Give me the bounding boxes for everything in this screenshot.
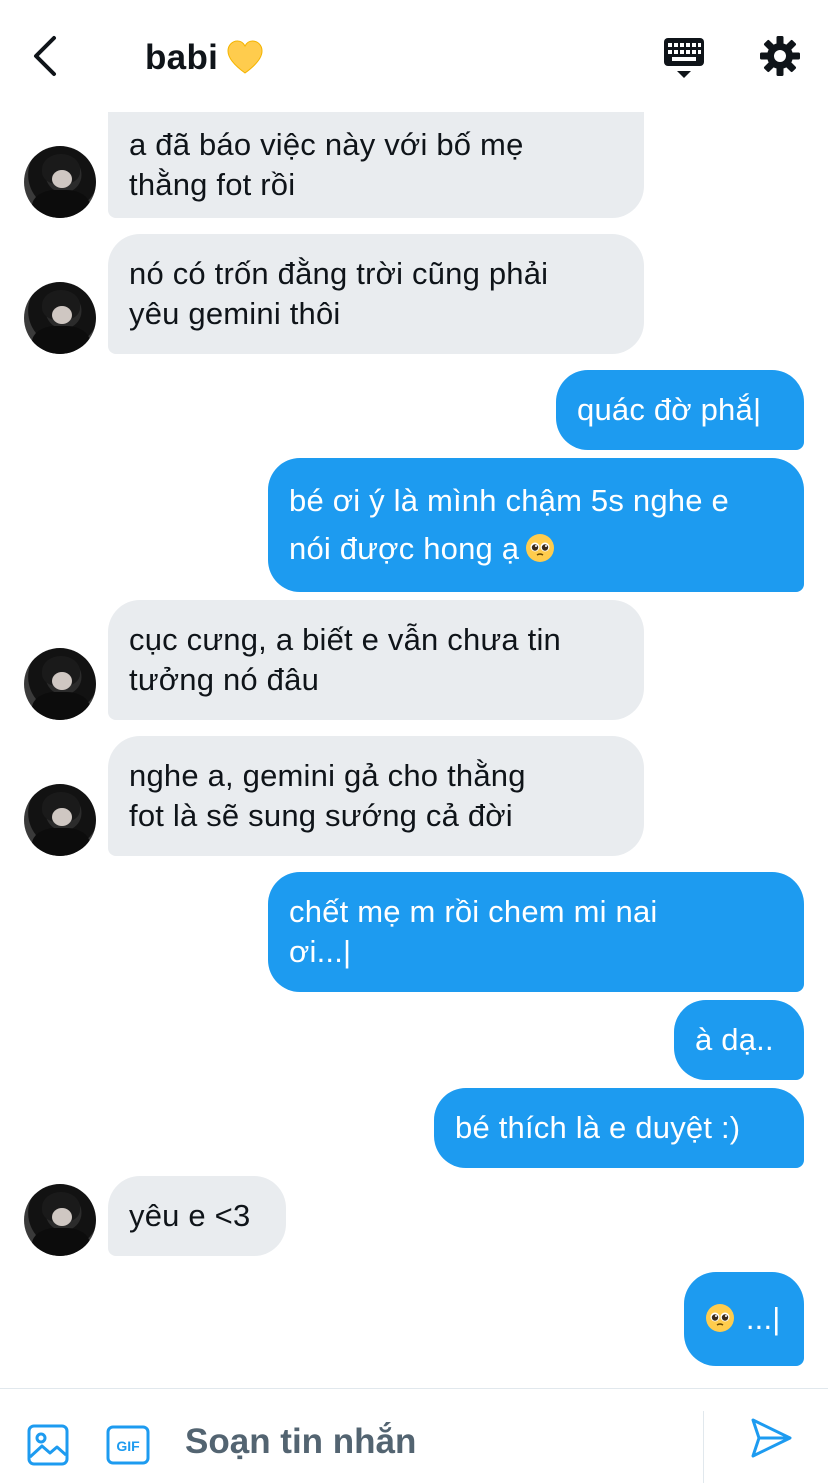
back-button[interactable] — [24, 32, 72, 80]
message-text: bé ơi ý là mình chậm 5s nghe e nói được … — [289, 483, 729, 566]
contact-name: babi — [145, 38, 219, 77]
message-text: chết mẹ m rồi chem mi nai ơi...| — [289, 894, 658, 969]
outgoing-message[interactable]: chết mẹ m rồi chem mi nai ơi...| — [268, 872, 804, 992]
keyboard-icon — [664, 38, 704, 78]
chevron-left-icon — [34, 36, 56, 76]
incoming-message[interactable]: nó có trốn đằng trời cũng phải yêu gemin… — [108, 234, 644, 354]
gear-icon — [760, 36, 800, 76]
add-gif-button[interactable]: GIF — [106, 1425, 150, 1465]
avatar[interactable] — [24, 282, 96, 354]
outgoing-message[interactable]: quác đờ phắ| — [556, 370, 804, 450]
message-text: nghe a, gemini gả cho thằng fot là sẽ su… — [129, 758, 526, 833]
divider — [703, 1411, 704, 1483]
message-text: yêu e <3 — [129, 1198, 251, 1233]
yellow-heart-icon — [227, 40, 263, 74]
message-text: quác đờ phắ| — [577, 392, 762, 427]
outgoing-message[interactable]: bé thích là e duyệt :) — [434, 1088, 804, 1168]
avatar[interactable] — [24, 648, 96, 720]
pleading-face-icon — [526, 534, 555, 562]
message-input[interactable] — [185, 1417, 685, 1467]
keyboard-button[interactable] — [660, 34, 708, 82]
gif-label: GIF — [116, 1438, 140, 1454]
message-text: ...| — [737, 1301, 781, 1336]
message-text: nó có trốn đằng trời cũng phải yêu gemin… — [129, 256, 549, 331]
avatar[interactable] — [24, 1184, 96, 1256]
send-button[interactable] — [748, 1415, 794, 1461]
image-icon — [27, 1424, 69, 1466]
settings-button[interactable] — [756, 32, 804, 80]
message-text: cục cưng, a biết e vẫn chưa tin tưởng nó… — [129, 622, 561, 697]
incoming-message[interactable]: cục cưng, a biết e vẫn chưa tin tưởng nó… — [108, 600, 644, 720]
pleading-face-icon — [706, 1304, 734, 1332]
incoming-message[interactable]: a đã báo việc này với bố mẹ thằng fot rồ… — [108, 112, 644, 218]
add-image-button[interactable] — [26, 1423, 70, 1467]
avatar[interactable] — [24, 146, 96, 218]
avatar[interactable] — [24, 784, 96, 856]
outgoing-message[interactable]: à dạ.. — [674, 1000, 804, 1080]
send-icon — [751, 1418, 792, 1458]
conversation-header: babi — [0, 0, 828, 112]
gif-icon: GIF — [106, 1425, 150, 1465]
message-text: bé thích là e duyệt :) — [455, 1110, 741, 1145]
message-composer: GIF — [0, 1388, 828, 1483]
outgoing-message[interactable]: ...| — [684, 1272, 804, 1366]
incoming-message[interactable]: nghe a, gemini gả cho thằng fot là sẽ su… — [108, 736, 644, 856]
message-text: à dạ.. — [695, 1022, 774, 1057]
message-thread[interactable]: a đã báo việc này với bố mẹ thằng fot rồ… — [0, 0, 828, 1388]
outgoing-message[interactable]: bé ơi ý là mình chậm 5s nghe e nói được … — [268, 458, 804, 592]
incoming-message[interactable]: yêu e <3 — [108, 1176, 286, 1256]
message-text: a đã báo việc này với bố mẹ thằng fot rồ… — [129, 127, 524, 202]
conversation-title[interactable]: babi — [145, 36, 264, 80]
